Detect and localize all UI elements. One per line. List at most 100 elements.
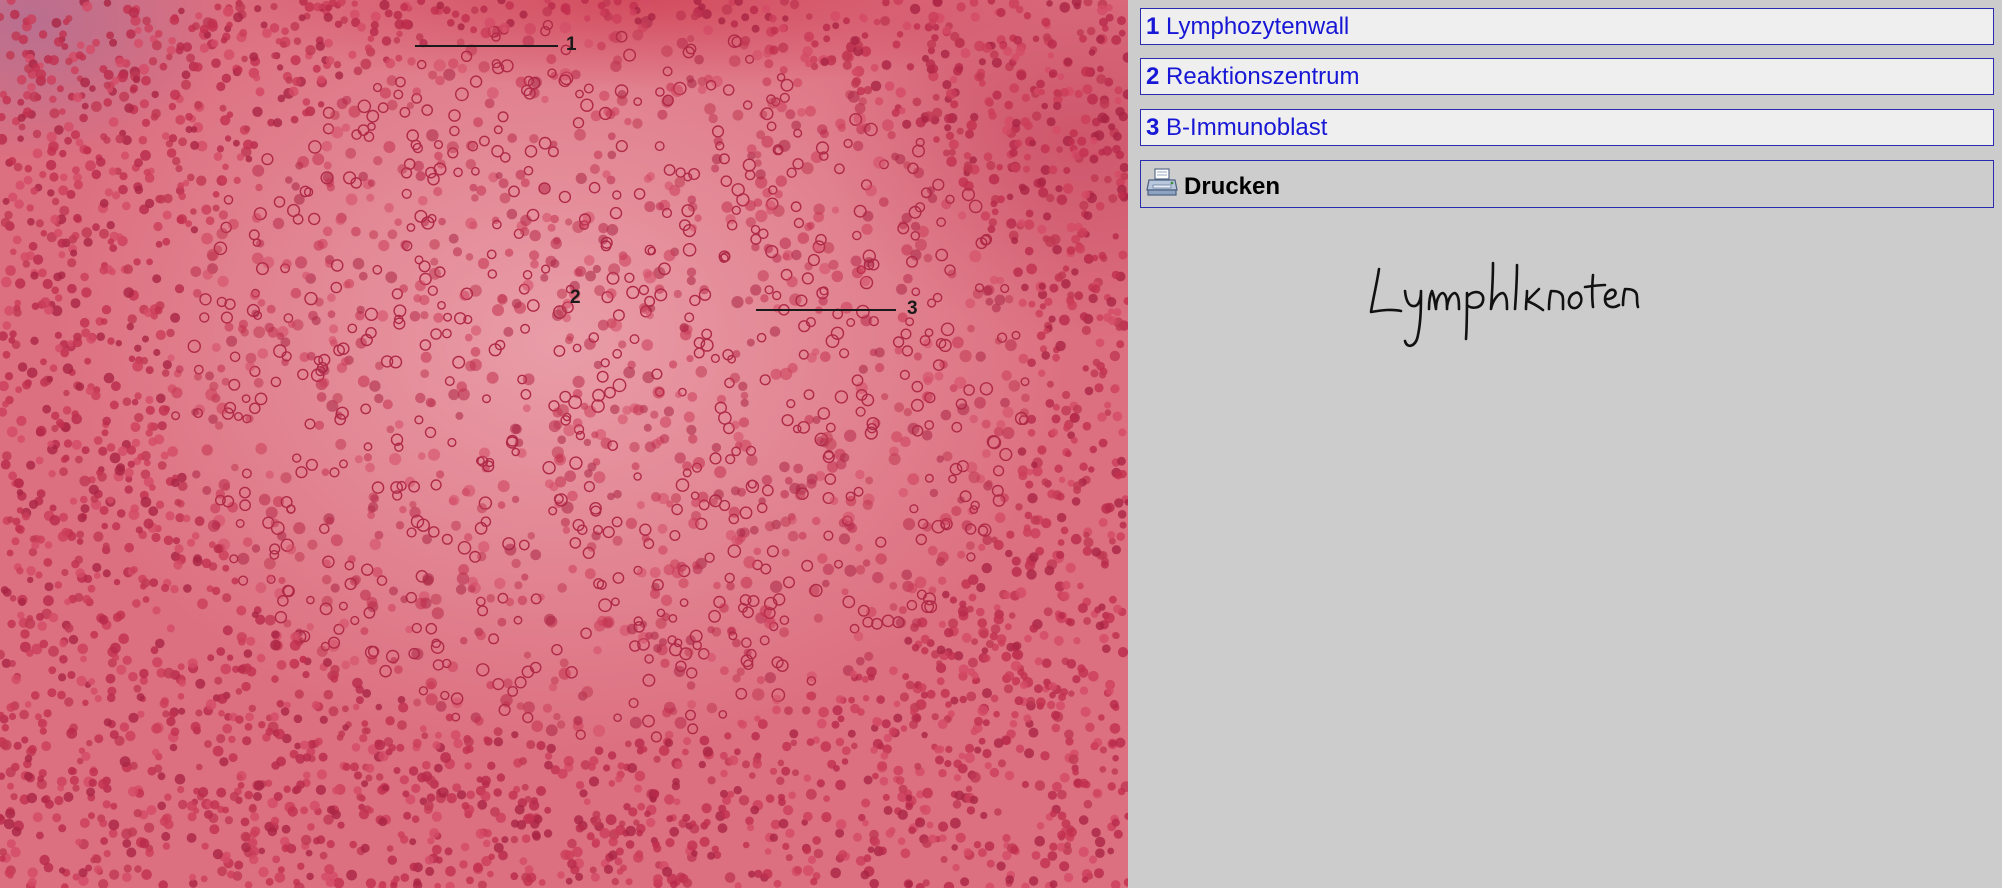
cell-nucleus	[841, 51, 852, 62]
cell-nucleus	[217, 364, 226, 373]
cell-nucleus	[106, 693, 116, 703]
cell-nucleus	[575, 823, 585, 833]
cell-nucleus	[746, 144, 757, 155]
cell-nucleus	[493, 737, 504, 747]
cell-nucleus	[103, 850, 111, 858]
cell-nucleus	[258, 847, 266, 855]
legend-item-b-immunoblast[interactable]: 3 B-Immunoblast	[1140, 109, 1994, 146]
cell-nucleus	[8, 471, 17, 481]
cell-nucleus	[399, 775, 409, 785]
cell-nucleus	[7, 782, 14, 790]
cell-nucleus	[538, 136, 552, 150]
cell-nucleus	[141, 118, 151, 127]
cell-nucleus	[987, 225, 996, 234]
cell-nucleus	[228, 735, 236, 744]
cell-nucleus	[183, 584, 192, 593]
cell-nucleus	[610, 404, 620, 415]
cell-nucleus	[124, 542, 134, 553]
cell-nucleus	[965, 129, 974, 139]
cell-nucleus	[441, 328, 452, 339]
cell-nucleus	[551, 644, 563, 656]
cell-nucleus	[838, 348, 850, 359]
cell-nucleus	[687, 700, 696, 709]
cell-nucleus	[1057, 830, 1066, 840]
cell-nucleus	[952, 863, 960, 872]
cell-nucleus	[69, 497, 78, 505]
legend-item-number: 2	[1146, 63, 1160, 90]
cell-nucleus	[304, 291, 318, 306]
cell-nucleus	[692, 564, 703, 575]
cell-nucleus	[542, 6, 553, 17]
cell-nucleus	[128, 355, 136, 363]
cell-nucleus	[395, 521, 405, 530]
cell-nucleus	[1011, 650, 1020, 659]
cell-nucleus	[756, 332, 767, 343]
cell-nucleus	[265, 470, 274, 479]
cell-nucleus	[520, 388, 532, 400]
cell-nucleus	[592, 264, 602, 274]
cell-nucleus	[145, 395, 154, 404]
cell-nucleus	[251, 611, 259, 618]
cell-nucleus	[1071, 497, 1081, 506]
cell-nucleus	[678, 578, 689, 589]
cell-nucleus	[336, 98, 348, 110]
cell-nucleus	[880, 751, 889, 760]
cell-nucleus	[804, 262, 813, 271]
cell-nucleus	[32, 148, 43, 159]
cell-nucleus	[127, 314, 137, 324]
cell-nucleus	[695, 366, 708, 378]
cell-nucleus	[451, 520, 461, 531]
cell-nucleus	[657, 523, 668, 534]
cell-nucleus	[478, 61, 490, 73]
cell-nucleus	[361, 720, 369, 727]
cell-nucleus	[122, 397, 132, 407]
cell-nucleus	[988, 218, 997, 227]
cell-nucleus	[151, 723, 162, 734]
cell-nucleus	[876, 695, 885, 704]
cell-nucleus	[1115, 737, 1126, 748]
cell-nucleus	[1107, 782, 1116, 791]
legend-item-lymphozytenwall[interactable]: 1 Lymphozytenwall	[1140, 8, 1994, 45]
cell-nucleus	[1008, 380, 1021, 392]
cell-nucleus	[1046, 193, 1055, 203]
cell-nucleus	[72, 166, 80, 175]
cell-nucleus	[940, 409, 952, 421]
cell-nucleus	[994, 512, 1006, 523]
cell-nucleus	[110, 802, 118, 810]
cell-nucleus	[473, 117, 484, 128]
cell-nucleus	[149, 578, 159, 587]
cell-nucleus	[38, 268, 47, 278]
cell-nucleus	[461, 13, 471, 23]
cell-nucleus	[926, 689, 936, 699]
cell-nucleus	[968, 593, 977, 602]
cell-nucleus	[351, 226, 361, 237]
cell-nucleus	[49, 108, 60, 119]
cell-nucleus	[629, 441, 640, 453]
cell-nucleus	[1111, 818, 1120, 827]
cell-nucleus	[652, 386, 665, 399]
cell-nucleus	[1102, 644, 1111, 653]
cell-nucleus	[171, 411, 181, 421]
cell-nucleus	[947, 710, 955, 718]
cell-nucleus	[58, 251, 66, 259]
cell-nucleus	[370, 11, 381, 22]
cell-nucleus	[110, 642, 121, 654]
cell-nucleus	[429, 239, 440, 250]
cell-nucleus	[1040, 858, 1051, 869]
cell-nucleus	[256, 262, 270, 276]
cell-nucleus	[30, 336, 39, 345]
cell-nucleus	[20, 629, 30, 639]
cell-nucleus	[107, 238, 115, 245]
cell-nucleus	[835, 695, 845, 704]
cell-nucleus	[476, 776, 483, 783]
cell-nucleus	[406, 223, 416, 232]
print-button[interactable]: Drucken	[1140, 160, 1994, 208]
cell-nucleus	[250, 826, 261, 836]
cell-nucleus	[1020, 185, 1030, 195]
cell-nucleus	[285, 176, 293, 184]
legend-item-reaktionszentrum[interactable]: 2 Reaktionszentrum	[1140, 58, 1994, 95]
cell-nucleus	[107, 496, 114, 504]
cell-nucleus	[362, 689, 372, 698]
cell-nucleus	[734, 748, 741, 756]
cell-nucleus	[992, 90, 1002, 100]
